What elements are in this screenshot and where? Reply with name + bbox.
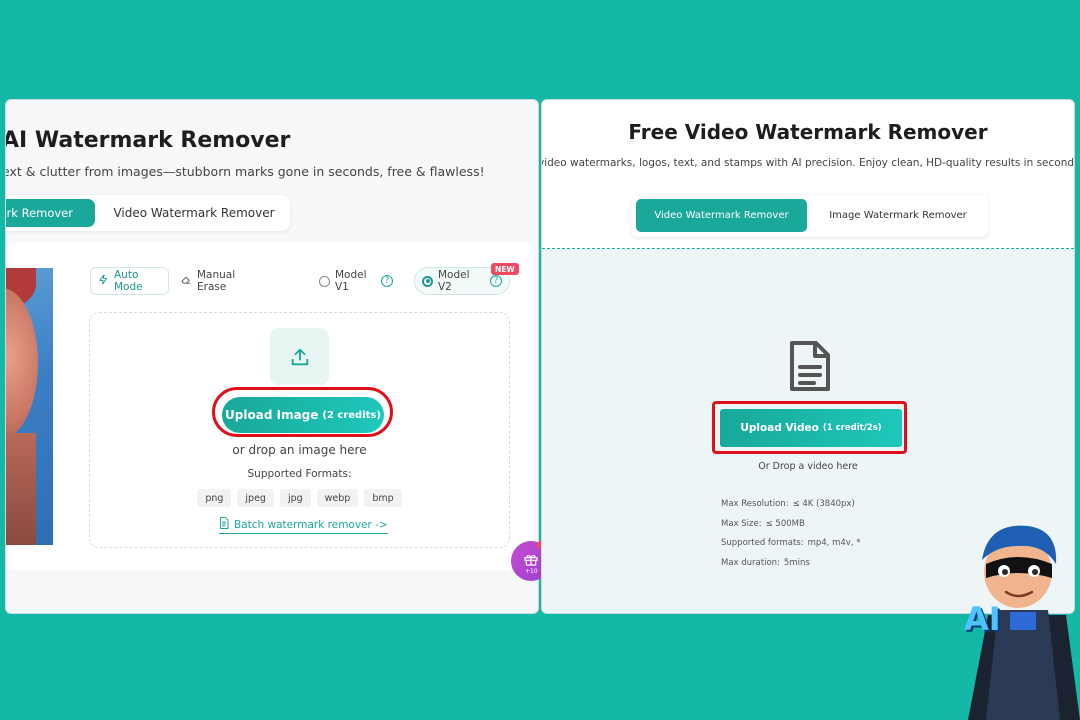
format-chip: bmp [364, 489, 402, 507]
batch-link-label: Batch watermark remover -> [234, 518, 388, 531]
spec-list: Max Resolution: ≤ 4K (3840px) Max Size: … [721, 499, 860, 577]
spec-label: Max Resolution: [721, 499, 789, 509]
model-v2-label: Model V2 [438, 269, 470, 293]
mascot-ai-badge: AI [964, 600, 1001, 638]
format-chip: jpg [279, 489, 311, 507]
page-title: AI Watermark Remover [5, 128, 291, 153]
spec-label: Supported formats: [721, 538, 804, 548]
upload-icon[interactable] [270, 328, 329, 385]
tab-video-watermark-remover[interactable]: Video Watermark Remover [104, 199, 284, 227]
model-v1-label: Model V1 [335, 269, 367, 293]
tab-image-watermark-remover[interactable]: Image Watermark Remover [818, 199, 978, 232]
spec-max-resolution: Max Resolution: ≤ 4K (3840px) [721, 499, 860, 519]
help-icon[interactable]: ? [490, 275, 502, 287]
ai-mascot-illustration: AI [958, 520, 1080, 720]
format-chips: png jpeg jpg webp bmp [90, 489, 509, 507]
format-chip: jpeg [237, 489, 274, 507]
model-v1-radio[interactable] [319, 275, 330, 287]
document-icon [788, 340, 832, 396]
spec-supported-formats: Supported formats: mp4, m4v, * [721, 538, 860, 558]
page-title: Free Video Watermark Remover [628, 120, 988, 144]
document-icon [219, 517, 229, 532]
preview-image [6, 268, 53, 545]
gift-count: +10 [525, 568, 538, 575]
new-badge: NEW [491, 263, 519, 275]
spec-max-duration: Max duration: 5mins [721, 558, 860, 578]
manual-erase-button[interactable]: Manual Erase [172, 267, 261, 295]
tab-image-watermark-remover[interactable]: ark Remover [6, 199, 95, 227]
mode-bar: Auto Mode Manual Erase Model V1 ? Model … [90, 267, 514, 297]
model-v2-radio[interactable] [422, 275, 433, 287]
manual-erase-label: Manual Erase [197, 269, 236, 293]
spec-label: Max Size: [721, 518, 762, 529]
auto-mode-label: Auto Mode [114, 269, 143, 293]
spec-value: mp4, m4v, * [807, 538, 861, 548]
format-chip: webp [316, 489, 359, 507]
upload-card: Auto Mode Manual Erase Model V1 ? Model … [6, 243, 533, 570]
spec-value: ≤ 500MB [765, 518, 805, 529]
auto-mode-button[interactable]: Auto Mode [90, 267, 169, 295]
eraser-icon [180, 274, 192, 288]
highlight-ring [712, 401, 907, 454]
tab-video-watermark-remover[interactable]: Video Watermark Remover [636, 199, 807, 232]
model-v1-option[interactable]: Model V1 ? [312, 267, 400, 295]
spec-value: 5mins [783, 557, 810, 568]
page-subtitle: video watermarks, logos, text, and stamp… [541, 157, 1075, 169]
image-remover-panel: AI Watermark Remover ext & clutter from … [5, 99, 539, 614]
help-icon[interactable]: ? [381, 275, 393, 287]
spec-label: Max duration: [721, 557, 780, 568]
spec-max-size: Max Size: ≤ 500MB [721, 519, 860, 539]
tool-tabs: Video Watermark Remover Image Watermark … [632, 195, 988, 237]
spec-value: ≤ 4K (3840px) [792, 499, 855, 509]
page-subtitle: ext & clutter from images—stubborn marks… [5, 164, 485, 179]
formats-label: Supported Formats: [247, 468, 352, 480]
lightning-icon [98, 274, 109, 288]
highlight-ring [212, 387, 393, 437]
image-drop-zone[interactable]: Upload Image (2 credits) or drop an imag… [89, 312, 510, 548]
image-drop-hint: or drop an image here [232, 443, 367, 457]
tool-tabs: ark Remover Video Watermark Remover [6, 195, 290, 231]
batch-remover-link[interactable]: Batch watermark remover -> [219, 517, 388, 534]
format-chip: png [197, 489, 232, 507]
video-drop-hint: Or Drop a video here [758, 461, 858, 472]
